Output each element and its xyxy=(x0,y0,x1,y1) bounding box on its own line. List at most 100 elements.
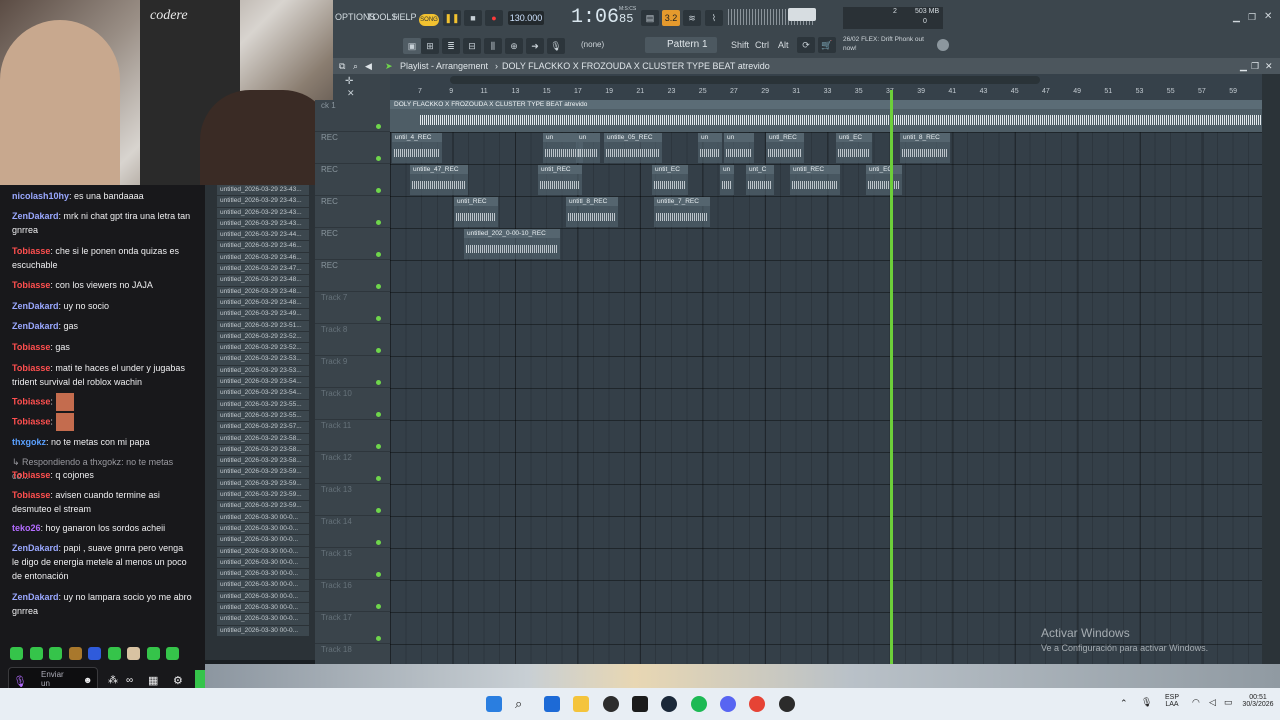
audio-clip[interactable]: until_4_REC xyxy=(392,133,442,163)
steam-icon[interactable] xyxy=(661,696,677,712)
piano-roll-icon[interactable]: ≣ xyxy=(442,38,460,54)
chat-username[interactable]: ZenDakard xyxy=(12,592,59,602)
track-enable-led[interactable] xyxy=(376,444,381,449)
chat-username[interactable]: nicolash10hy xyxy=(12,191,69,201)
audio-clip[interactable]: untitle_05_REC xyxy=(604,133,662,163)
file-item[interactable]: untitled_2026-03-30 00-0... xyxy=(217,535,309,547)
track-enable-led[interactable] xyxy=(376,316,381,321)
track-enable-led[interactable] xyxy=(376,636,381,641)
beats-counter[interactable]: 3.2 xyxy=(662,10,680,26)
magnet-icon[interactable]: ⧉ xyxy=(339,58,345,74)
file-item[interactable]: untitled_2026-03-29 23-59... xyxy=(217,501,309,513)
audio-clip[interactable]: untit_8_REC xyxy=(900,133,950,163)
master-audio-clip[interactable]: DOLY FLACKKO X FROZOUDA X CLUSTER TYPE B… xyxy=(390,100,1262,132)
emote-icon[interactable] xyxy=(127,647,141,660)
emote-icon[interactable] xyxy=(166,647,180,660)
window-maximize-button[interactable]: ❐ xyxy=(1248,12,1256,23)
chat-username[interactable]: Tobiasse xyxy=(12,396,50,406)
file-item[interactable]: untitled_2026-03-29 23-54... xyxy=(217,377,309,389)
window-minimize-button[interactable]: ▁ xyxy=(1233,12,1240,23)
track-header[interactable]: Track 11 xyxy=(315,420,390,452)
file-item[interactable]: untitled_2026-03-29 23-58... xyxy=(217,456,309,468)
file-item[interactable]: untitled_2026-03-29 23-49... xyxy=(217,309,309,321)
snap-icon[interactable]: ▣ xyxy=(403,38,421,54)
track-enable-led[interactable] xyxy=(376,604,381,609)
epic-games-icon[interactable] xyxy=(632,696,648,712)
start-icon[interactable] xyxy=(486,696,502,712)
store-icon[interactable]: ▦ xyxy=(148,674,158,687)
file-item[interactable]: untitled_2026-03-29 23-43... xyxy=(217,185,309,197)
ctrl-key[interactable]: Ctrl xyxy=(755,40,769,50)
track-enable-led[interactable] xyxy=(376,508,381,513)
audio-clip[interactable]: unti_EC xyxy=(836,133,872,163)
track-header[interactable]: REC xyxy=(315,228,390,260)
window-close-button[interactable]: ✕ xyxy=(1264,11,1272,22)
loop-record-icon[interactable]: ⌇ xyxy=(705,10,723,26)
tempo-display[interactable]: 130.000 xyxy=(508,11,544,25)
move-tool-icon[interactable]: ✛ xyxy=(345,76,353,87)
audio-clip[interactable]: untitl_8_REC xyxy=(566,197,618,227)
timeline-ruler[interactable]: 7911131517192123252729313335373941434547… xyxy=(390,74,1262,100)
clock[interactable]: 00:51 30/3/2026 xyxy=(1240,694,1276,708)
audio-clip[interactable]: untit_EC xyxy=(652,165,688,195)
chat-username[interactable]: Tobiasse xyxy=(12,363,50,373)
mixer-icon[interactable]: ⫼ xyxy=(484,38,502,54)
file-item[interactable]: untitled_2026-03-29 23-52... xyxy=(217,343,309,355)
wifi-icon[interactable]: ◠ xyxy=(1192,697,1200,708)
file-item[interactable]: untitled_2026-03-29 23-46... xyxy=(217,241,309,253)
file-item[interactable]: untitled_2026-03-29 23-43... xyxy=(217,196,309,208)
wait-icon[interactable]: ≋ xyxy=(683,10,701,26)
vertical-scrollbar[interactable] xyxy=(1262,74,1280,664)
emote-icon[interactable] xyxy=(29,647,43,660)
playlist-maximize-button[interactable]: ❐ xyxy=(1251,58,1259,74)
chevron-up-icon[interactable]: ⌃ xyxy=(1120,698,1128,709)
chat-username[interactable]: Tobiasse xyxy=(12,416,50,426)
cart-icon[interactable]: 🛒 xyxy=(818,37,836,53)
discord-icon[interactable] xyxy=(720,696,736,712)
track-enable-led[interactable] xyxy=(376,252,381,257)
obs-icon[interactable] xyxy=(603,696,619,712)
file-item[interactable]: untitled_2026-03-29 23-43... xyxy=(217,207,309,219)
emote-icon[interactable] xyxy=(49,647,63,660)
track-header[interactable]: Track 8 xyxy=(315,324,390,356)
track-header[interactable]: REC xyxy=(315,260,390,292)
track-enable-led[interactable] xyxy=(376,124,381,129)
emote-icon[interactable] xyxy=(68,647,82,660)
chat-username[interactable]: ZenDakard xyxy=(12,301,59,311)
track-header[interactable]: Track 7 xyxy=(315,292,390,324)
arrangement-grid[interactable]: DOLY FLACKKO X FROZOUDA X CLUSTER TYPE B… xyxy=(390,100,1262,664)
file-item[interactable]: untitled_2026-03-30 00-0... xyxy=(217,512,309,524)
playlist-minimize-button[interactable]: ▁ xyxy=(1240,58,1247,74)
zoom-icon[interactable]: ⌕ xyxy=(353,58,358,74)
file-item[interactable]: untitled_2026-03-30 00-0... xyxy=(217,614,309,626)
none-selector[interactable]: (none) xyxy=(581,40,604,49)
file-item[interactable]: untitled_2026-03-30 00-0... xyxy=(217,557,309,570)
emote-icon[interactable] xyxy=(146,647,160,660)
track-header[interactable]: Track 13 xyxy=(315,484,390,516)
file-item[interactable]: untitled_2026-03-29 23-57... xyxy=(217,422,309,434)
search-icon[interactable]: ⌕ xyxy=(515,696,531,712)
audio-clip[interactable]: untl_REC xyxy=(766,133,804,163)
audio-clip[interactable]: untit_REC xyxy=(538,165,582,195)
pattern-selector[interactable]: Pattern 1 xyxy=(645,37,717,53)
channel-rack-icon[interactable]: ⊟ xyxy=(463,38,481,54)
emote-icon[interactable] xyxy=(10,647,23,660)
shift-key[interactable]: Shift xyxy=(731,40,749,50)
track-header[interactable]: Track 12 xyxy=(315,452,390,484)
language-indicator[interactable]: ESP LAA xyxy=(1160,694,1184,708)
file-item[interactable]: untitled_2026-03-30 00-0... xyxy=(217,569,309,581)
battery-icon[interactable]: ▭ xyxy=(1224,697,1233,708)
chat-username[interactable]: teko26 xyxy=(12,523,41,533)
news-ticker[interactable]: 26/02 FLEX: Drift Phonk out now! xyxy=(843,35,928,53)
track-header[interactable]: REC xyxy=(315,164,390,196)
stop-icon[interactable]: ■ xyxy=(464,10,482,26)
volume-icon[interactable]: ◁ xyxy=(1209,697,1216,708)
file-item[interactable]: untitled_2026-03-30 00-0... xyxy=(217,580,309,592)
playhead[interactable] xyxy=(890,90,893,664)
chat-username[interactable]: Tobiasse xyxy=(12,280,50,290)
chat-username[interactable]: ZenDakard xyxy=(12,543,59,553)
file-item[interactable]: untitled_2026-03-29 23-47... xyxy=(217,264,309,276)
file-item[interactable]: untitled_2026-03-29 23-53... xyxy=(217,365,309,378)
audio-clip[interactable]: un xyxy=(698,133,722,163)
microphone-tray-icon[interactable]: 🎙 xyxy=(1141,697,1152,708)
